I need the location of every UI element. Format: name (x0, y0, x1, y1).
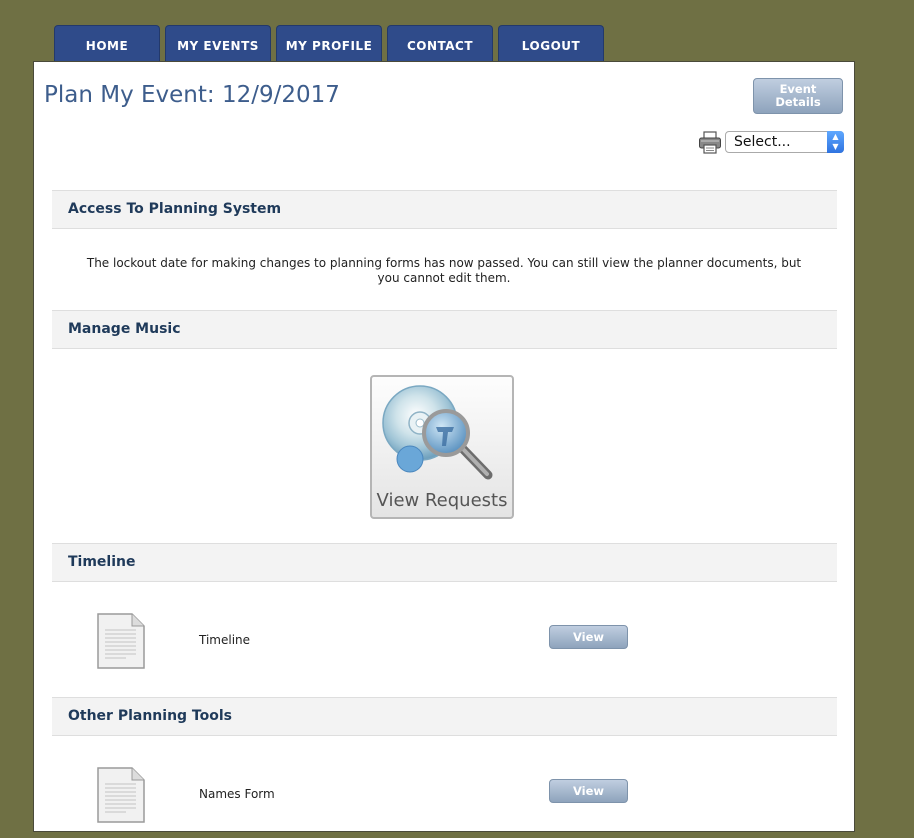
actions-select[interactable]: Select... ▲ ▼ (725, 131, 844, 153)
timeline-item-label: Timeline (199, 633, 251, 647)
timeline-view-button[interactable]: View (549, 625, 628, 649)
lockout-message: The lockout date for making changes to p… (86, 256, 802, 285)
names-form-view-button[interactable]: View (549, 779, 628, 803)
view-requests-label: View Requests (376, 490, 508, 511)
document-icon (97, 613, 145, 669)
page-title: Plan My Event: 12/9/2017 (44, 82, 340, 108)
section-header-access: Access To Planning System (52, 190, 837, 229)
tab-my-events[interactable]: MY EVENTS (165, 25, 271, 62)
names-form-item-label: Names Form (199, 787, 275, 801)
tab-my-profile[interactable]: MY PROFILE (276, 25, 382, 62)
tab-logout[interactable]: LOGOUT (498, 25, 604, 62)
cd-magnifier-icon (382, 385, 493, 480)
tab-home[interactable]: HOME (54, 25, 160, 62)
event-details-label: Event Details (775, 82, 821, 109)
section-header-music: Manage Music (52, 310, 837, 349)
section-header-timeline: Timeline (52, 543, 837, 582)
view-requests-button[interactable]: View Requests (370, 375, 514, 519)
section-header-other-tools: Other Planning Tools (52, 697, 837, 736)
tab-contact[interactable]: CONTACT (387, 25, 493, 62)
event-details-button[interactable]: Event Details (753, 78, 843, 114)
chevron-updown-icon: ▲ ▼ (827, 131, 844, 153)
select-value: Select... (734, 134, 791, 150)
main-panel: Plan My Event: 12/9/2017 Event Details S… (33, 61, 855, 832)
document-icon (97, 767, 145, 823)
printer-icon[interactable] (698, 130, 722, 154)
